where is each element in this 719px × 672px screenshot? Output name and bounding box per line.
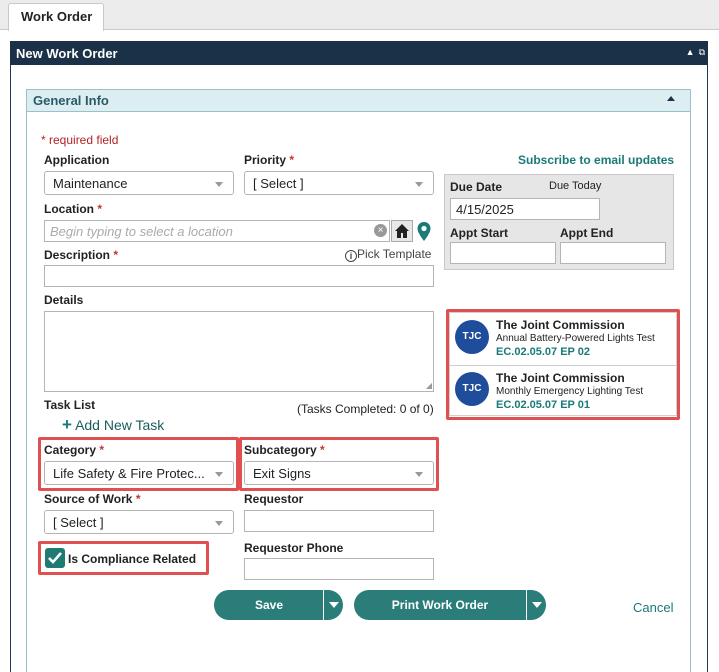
due-date-label: Due Date — [450, 180, 503, 194]
required-star: * — [97, 202, 103, 216]
chevron-down-icon — [215, 521, 223, 526]
appt-end-label: Appt End — [560, 226, 614, 240]
source-of-work-label: Source of Work * — [44, 492, 140, 506]
appt-end-input[interactable] — [560, 242, 666, 264]
popout-icon[interactable]: ⧉ — [699, 47, 705, 58]
requestor-input[interactable] — [244, 510, 434, 532]
clear-icon[interactable]: × — [374, 224, 387, 237]
application-label: Application — [44, 153, 110, 167]
panel-header-controls: ▲ ⧉ — [686, 47, 705, 58]
required-star: * — [289, 153, 295, 167]
save-button-label: Save — [254, 598, 284, 612]
chevron-down-icon — [215, 182, 223, 187]
priority-select[interactable]: [ Select ] — [244, 171, 434, 195]
required-star: * — [113, 248, 119, 262]
section-collapse-icon[interactable] — [667, 96, 675, 101]
location-placeholder: Begin typing to select a location — [50, 224, 233, 239]
description-label: Description * — [44, 248, 118, 262]
resize-handle-icon[interactable]: ◢ — [426, 381, 432, 390]
location-input[interactable]: Begin typing to select a location — [44, 220, 390, 242]
description-input[interactable] — [44, 265, 434, 287]
appt-start-label: Appt Start — [450, 226, 508, 240]
add-task-link[interactable]: + Add New Task — [62, 415, 164, 435]
map-pin-icon[interactable] — [416, 221, 432, 243]
print-work-order-button[interactable]: Print Work Order — [354, 590, 546, 620]
priority-label-text: Priority — [244, 153, 287, 167]
priority-label: Priority * — [244, 153, 294, 167]
required-field-note: * required field — [41, 133, 119, 147]
save-options-chevron-icon[interactable] — [323, 590, 343, 620]
panel-title: New Work Order — [10, 41, 708, 65]
section-title[interactable]: General Info — [27, 90, 690, 112]
collapse-icon[interactable]: ▲ — [686, 47, 695, 58]
highlight-compliance — [446, 309, 680, 420]
add-task-text: Add New Task — [75, 417, 165, 433]
details-textarea[interactable]: ◢ — [44, 311, 434, 392]
description-label-text: Description — [44, 248, 111, 262]
due-date-input[interactable]: 4/15/2025 — [450, 198, 600, 220]
application-select[interactable]: Maintenance — [44, 171, 234, 195]
highlight-category — [38, 437, 239, 491]
subscribe-email-link[interactable]: Subscribe to email updates — [518, 153, 674, 167]
tasks-completed-text: (Tasks Completed: 0 of 0) — [297, 402, 434, 416]
task-list-label: Task List — [44, 398, 96, 412]
requestor-phone-input[interactable] — [244, 558, 434, 580]
appt-start-input[interactable] — [450, 242, 556, 264]
chevron-down-icon — [415, 182, 423, 187]
highlight-compliance-checkbox — [38, 541, 209, 575]
due-today-text: Due Today — [549, 180, 602, 192]
home-icon[interactable] — [391, 220, 413, 242]
source-of-work-select[interactable]: [ Select ] — [44, 510, 234, 534]
highlight-subcategory — [239, 437, 439, 491]
requestor-label: Requestor — [244, 492, 304, 506]
source-of-work-value: [ Select ] — [53, 515, 104, 530]
location-label: Location * — [44, 202, 102, 216]
top-tab-bar — [0, 0, 719, 30]
application-value: Maintenance — [53, 176, 128, 191]
cancel-link[interactable]: Cancel — [633, 600, 673, 615]
print-button-label: Print Work Order — [391, 598, 489, 612]
required-star: * — [135, 492, 141, 506]
location-label-text: Location — [44, 202, 94, 216]
requestor-phone-label: Requestor Phone — [244, 541, 344, 555]
plus-icon: + — [62, 415, 72, 434]
save-button[interactable]: Save — [214, 590, 343, 620]
priority-value: [ Select ] — [253, 176, 304, 191]
tab-work-order[interactable]: Work Order — [8, 3, 104, 31]
details-label: Details — [44, 293, 84, 307]
info-icon: i — [345, 250, 357, 262]
print-options-chevron-icon[interactable] — [526, 590, 546, 620]
pick-template-link[interactable]: i Pick Template — [345, 247, 431, 262]
pick-template-text: Pick Template — [357, 247, 432, 261]
source-of-work-label-text: Source of Work — [44, 492, 133, 506]
